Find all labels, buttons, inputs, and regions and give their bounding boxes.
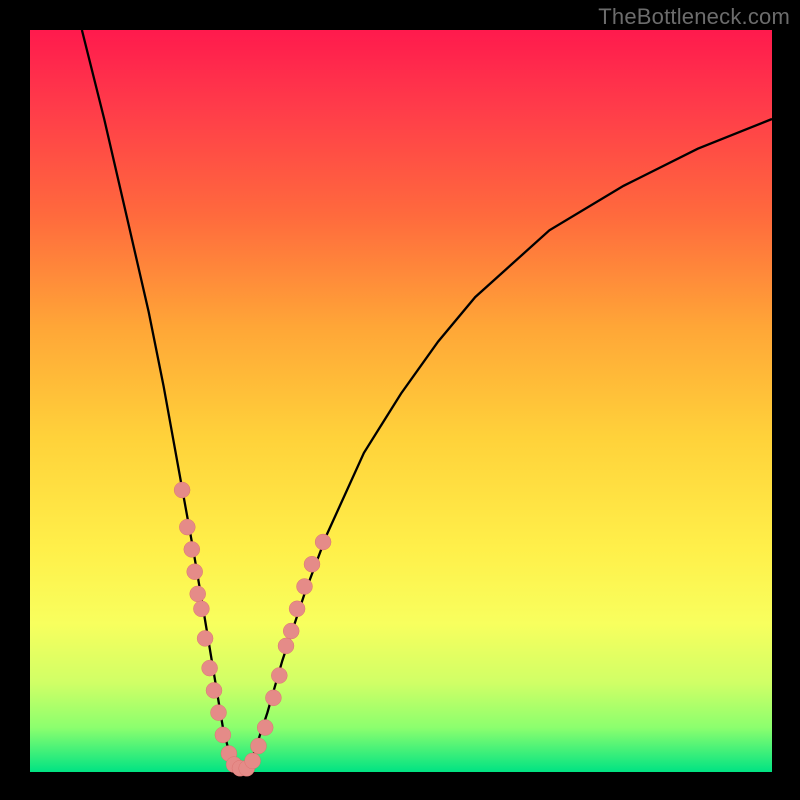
- chart-plot-area: [30, 30, 772, 772]
- highlight-dot: [193, 601, 209, 617]
- highlight-dot: [187, 564, 203, 580]
- highlight-dot: [245, 753, 261, 769]
- bottleneck-curve: [82, 30, 772, 772]
- highlight-dot: [215, 727, 231, 743]
- highlight-dot: [202, 660, 218, 676]
- highlight-dot: [184, 541, 200, 557]
- highlight-dot: [315, 534, 331, 550]
- chart-svg: [30, 30, 772, 772]
- highlight-dot: [297, 579, 313, 595]
- highlight-dot: [283, 623, 299, 639]
- highlight-dot: [179, 519, 195, 535]
- highlight-dot: [206, 682, 222, 698]
- chart-frame: TheBottleneck.com: [0, 0, 800, 800]
- highlight-dot: [289, 601, 305, 617]
- highlight-dot: [257, 720, 273, 736]
- highlight-dot: [265, 690, 281, 706]
- highlight-dot: [211, 705, 227, 721]
- highlight-dot: [271, 668, 287, 684]
- highlight-dot: [304, 556, 320, 572]
- highlight-dot: [174, 482, 190, 498]
- highlight-dots-group: [174, 482, 331, 776]
- highlight-dot: [197, 630, 213, 646]
- watermark-text: TheBottleneck.com: [598, 4, 790, 30]
- highlight-dot: [251, 738, 267, 754]
- highlight-dot: [278, 638, 294, 654]
- highlight-dot: [190, 586, 206, 602]
